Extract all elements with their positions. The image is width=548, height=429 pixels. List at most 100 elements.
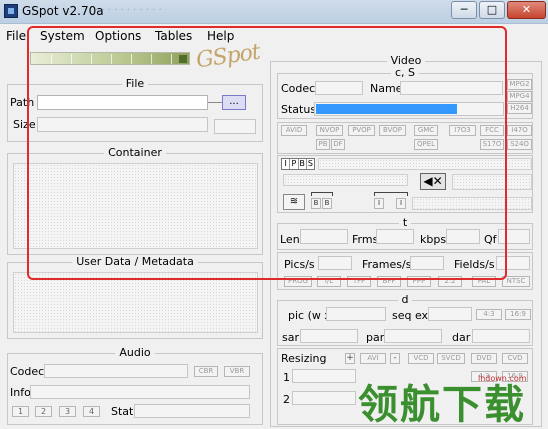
frames-label: Frames/s [362,258,412,271]
rate-tag-22: 2:2 [438,276,462,287]
path-connector [208,102,222,103]
fmt-tag-svcd: SVCD [437,353,465,364]
flag-s170: S17O [480,139,504,150]
flag-df: DF [331,139,345,150]
menu-system[interactable]: System [40,29,85,43]
path-label: Path [10,96,35,109]
container-info-area [13,163,258,249]
bb-button-1[interactable]: B [311,198,321,209]
time-subgroup-title: t [398,216,412,229]
status-progress-fill [316,104,457,114]
watermark-url: lhdown.com [478,374,527,383]
vbr-tag: VBR [224,366,250,377]
audio-codec-label: Codec [10,365,45,378]
rate-tag-pal: PAL [472,276,496,287]
codec-tag-mpg2: MPG2 [507,79,532,90]
fields-field [496,256,530,270]
len-field [300,229,348,244]
fmt-tag-vcd: VCD [408,353,434,364]
flag-pb: PB [316,139,330,150]
qf-label: Qf [484,233,497,246]
app-icon [4,4,18,18]
audio-stat-label: Stat [111,405,134,418]
kbps-label: kbps [420,233,447,246]
menu-tables[interactable]: Tables [155,29,192,43]
video-codec-field [315,81,363,95]
resize-row-2-label: 2 [283,393,290,406]
video-name-field [400,81,503,95]
bb-button-2[interactable]: B [322,198,332,209]
audio-info-field [30,385,250,399]
ii-bracket-icon [374,192,408,196]
cbr-tag: CBR [194,366,218,377]
i-button-1[interactable]: I [374,198,384,209]
blurred-title-text: · · · · · · · · · · · [95,5,162,16]
rate-tag-prog: PROG [284,276,312,287]
par-field [384,329,442,343]
minimize-button[interactable]: ─ [451,1,477,19]
pics-field [318,256,352,270]
frame-bottom-strip [412,197,532,210]
activity-strip [30,52,190,65]
menu-help[interactable]: Help [207,29,234,43]
ipbs-p: P [290,159,299,169]
pic-field [326,307,386,321]
sar-label: sar [282,331,299,344]
container-group-title: Container [104,146,166,159]
resize-minus-button[interactable]: - [390,353,400,364]
dar-label: dar [452,331,471,344]
resize-row-1-field [292,369,356,383]
browse-button[interactable]: ... [222,95,246,110]
resize-plus-button[interactable]: + [345,353,355,364]
codec-subgroup-title: c, S [390,66,420,79]
video-codec-label: Codec [281,82,316,95]
ipbs-s: S [307,159,313,168]
fields-label: Fields/s [454,258,495,271]
flag-fcc: FCC [480,125,504,136]
size-field [37,117,208,132]
audio-stream-4-button[interactable]: 4 [83,406,100,417]
audio-stream-3-button[interactable]: 3 [59,406,76,417]
ipbs-i: I [282,159,291,169]
ipbs-indicator: I P B S [281,158,315,170]
flag-i703: I7O3 [449,125,476,136]
resize-avi-button[interactable]: AVI [360,353,386,364]
menu-bar: File System Options Tables Help [0,27,548,46]
frame-grabber-icon[interactable]: ≋ [283,194,305,210]
audio-stream-2-button[interactable]: 2 [35,406,52,417]
i-button-2[interactable]: I [396,198,406,209]
ipbs-b: B [299,159,307,169]
userdata-info-area [13,272,258,333]
audio-stream-1-button[interactable]: 1 [12,406,29,417]
audio-stat-field [134,404,250,418]
seqext-label: seq ext [392,309,433,322]
menu-file[interactable]: File [6,29,26,43]
size-label: Size [13,118,36,131]
frames-field [410,256,444,270]
sar-field [300,329,358,343]
pic-label: pic (w x [288,309,331,322]
flag-gmc: GMC [414,125,438,136]
file-group-title: File [121,77,149,90]
qf-field [498,229,530,244]
audio-info-label: Info [10,386,31,399]
pics-label: Pics/s [284,258,315,271]
resize-row-1-label: 1 [283,371,290,384]
path-field[interactable] [37,95,208,110]
kbps-field [446,229,480,244]
ratio-tag-16-9: 16:9 [505,309,531,320]
rate-tag-il: I/L [317,276,341,287]
rate-tag-bff: BFF [377,276,401,287]
frame-nav-icon[interactable]: ◀✕ [420,173,446,190]
ratio-tag-4-3: 4:3 [476,309,502,320]
par-label: par [366,331,385,344]
maximize-button[interactable]: □ [479,1,505,19]
close-button[interactable]: ✕ [507,1,546,19]
flag-avid: AVID [281,125,307,136]
codec-tag-mpg4: MPG4 [507,91,532,102]
video-name-label: Name [370,82,403,95]
userdata-group-title: User Data / Metadata [72,255,198,268]
menu-options[interactable]: Options [95,29,141,43]
dar-field [472,329,530,343]
frame-right-strip [452,174,532,190]
